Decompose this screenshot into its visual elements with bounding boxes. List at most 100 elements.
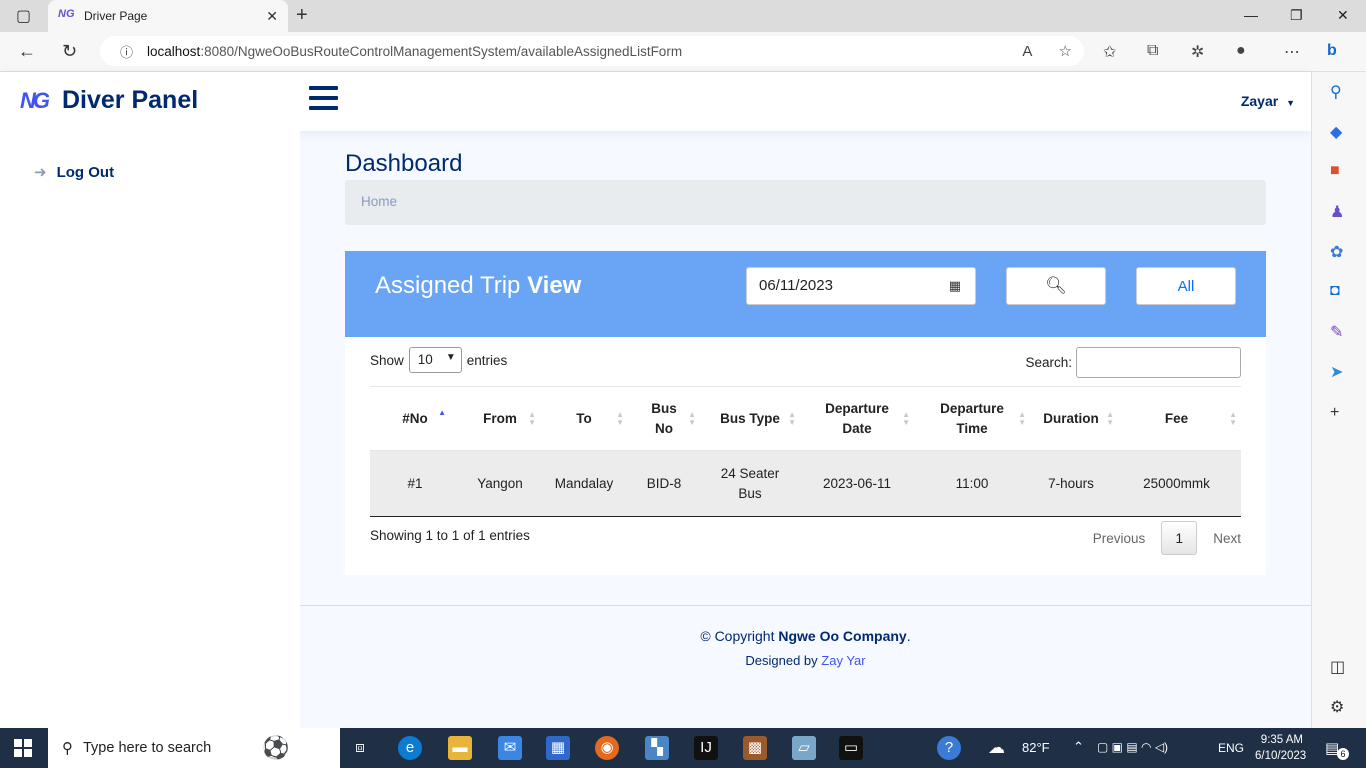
- mail-icon[interactable]: ✉: [498, 736, 522, 760]
- read-aloud-icon[interactable]: A: [1022, 43, 1032, 60]
- table-header-row: #No ▲ From ▲ ▼ To ▲ ▼ Bus No ▲ ▼ Bus Type ▲ ▼ Dep…: [370, 386, 1241, 451]
- show-label: Show: [370, 352, 404, 368]
- user-dropdown[interactable]: Zayar ▼: [1241, 93, 1295, 109]
- column-label: Departure Date: [825, 400, 889, 436]
- favorites-icon[interactable]: ✩: [1103, 42, 1116, 62]
- page-title: Dashboard: [345, 150, 463, 177]
- terminal-icon[interactable]: ▭: [839, 736, 863, 760]
- column-header-no[interactable]: #No ▲: [370, 386, 460, 451]
- notepad-icon[interactable]: ▱: [792, 736, 816, 760]
- designer-icon[interactable]: ✎: [1330, 322, 1343, 342]
- designer-link[interactable]: Zay Yar: [821, 653, 865, 668]
- chevron-down-icon: ▼: [445, 352, 456, 363]
- search-button[interactable]: 🔍︎: [1006, 267, 1106, 305]
- column-label: Bus Type: [720, 410, 780, 426]
- url-field[interactable]: ⓘ localhost:8080/NgweOoBusRouteControlMa…: [100, 36, 1084, 66]
- file-explorer-icon[interactable]: ▬: [448, 736, 472, 760]
- game-app-icon[interactable]: ▩: [743, 736, 767, 760]
- maximize-icon[interactable]: ❐: [1290, 7, 1303, 24]
- office-icon[interactable]: ✿: [1330, 242, 1343, 262]
- cell-from: Yangon: [460, 450, 540, 517]
- more-menu-icon[interactable]: ⋯: [1284, 42, 1300, 62]
- cell-fee: 25000mmk: [1112, 450, 1241, 517]
- menu-toggle-icon[interactable]: [309, 86, 339, 114]
- date-value: 06/11/2023: [759, 277, 833, 294]
- search-icon: 🔍︎: [1045, 276, 1067, 295]
- extensions-icon[interactable]: ✲: [1191, 42, 1204, 62]
- entries-length-control: Show 10 ▼ entries: [370, 347, 507, 373]
- site-info-icon[interactable]: ⓘ: [120, 42, 133, 61]
- temperature[interactable]: 82°F: [1022, 740, 1050, 755]
- card-title: Assigned Trip View: [375, 272, 581, 300]
- pagination-page-1[interactable]: 1: [1161, 521, 1198, 555]
- url-path: :8080/NgweOoBusRouteControlManagementSys…: [200, 43, 683, 59]
- column-header-duration[interactable]: Duration ▲ ▼: [1030, 386, 1114, 451]
- bing-icon[interactable]: b: [1327, 42, 1337, 60]
- column-header-fee[interactable]: Fee ▲ ▼: [1112, 386, 1241, 451]
- store-icon[interactable]: ▦: [546, 736, 570, 760]
- sort-icon: ▲ ▼: [1018, 410, 1026, 427]
- new-tab-icon[interactable]: +: [296, 4, 308, 27]
- help-icon[interactable]: ?: [937, 736, 961, 760]
- windows-taskbar: ⚲ Type here to search ⚽ ⧈ e ▬ ✉ ▦ ◉ ▚ IJ…: [0, 728, 1366, 768]
- column-header-from[interactable]: From ▲ ▼: [460, 386, 540, 451]
- back-icon[interactable]: ←: [18, 41, 36, 62]
- tab-actions-icon[interactable]: ▢: [16, 6, 31, 26]
- search-input[interactable]: [1076, 347, 1241, 378]
- pagination: Previous 1 Next: [1077, 521, 1241, 555]
- brand-logo[interactable]: NG Diver Panel: [20, 86, 198, 115]
- breadcrumb-home[interactable]: Home: [361, 194, 397, 209]
- column-header-departure-time[interactable]: Departure Time ▲ ▼: [914, 386, 1030, 451]
- taskbar-search[interactable]: ⚲ Type here to search ⚽: [48, 728, 340, 768]
- shopping-tag-icon[interactable]: ◆: [1330, 122, 1342, 142]
- browser-tab[interactable]: NG Driver Page ✕: [48, 0, 288, 32]
- games-icon[interactable]: ♟: [1330, 202, 1344, 222]
- table-search: Search:: [1025, 347, 1241, 378]
- task-view-icon[interactable]: ⧈: [348, 736, 372, 760]
- sidebar-toggle-icon[interactable]: ◫: [1330, 657, 1345, 677]
- entries-select[interactable]: 10 ▼: [408, 347, 462, 373]
- footer-copyright: © Copyright Ngwe Oo Company.: [300, 628, 1311, 644]
- tray-icons[interactable]: ▢ ▣ ▤ ◠ ◁): [1097, 740, 1168, 754]
- language-indicator[interactable]: ENG: [1218, 741, 1244, 755]
- taskbar-clock[interactable]: 9:35 AM 6/10/2023: [1255, 732, 1306, 764]
- pagination-previous[interactable]: Previous: [1093, 531, 1146, 546]
- column-header-bus-type[interactable]: Bus Type ▲ ▼: [700, 386, 800, 451]
- column-header-bus-no[interactable]: Bus No ▲ ▼: [628, 386, 700, 451]
- tools-icon[interactable]: ■: [1330, 162, 1340, 180]
- minimize-icon[interactable]: —: [1244, 7, 1258, 23]
- intellij-icon[interactable]: IJ: [694, 736, 718, 760]
- footer-divider: [300, 605, 1311, 606]
- profile-avatar-icon[interactable]: ●: [1236, 42, 1246, 60]
- send-icon[interactable]: ➤: [1330, 362, 1343, 382]
- window-close-icon[interactable]: ✕: [1337, 7, 1349, 24]
- entries-label: entries: [466, 352, 508, 368]
- favorite-star-icon[interactable]: ☆: [1059, 43, 1072, 60]
- sort-icon: ▲ ▼: [528, 410, 536, 427]
- firefox-icon[interactable]: ◉: [595, 736, 619, 760]
- windows-start-icon[interactable]: [14, 739, 32, 757]
- search-icon[interactable]: ⚲: [1330, 82, 1342, 102]
- edge-app-icon[interactable]: e: [398, 736, 422, 760]
- entries-select-value: 10: [417, 352, 433, 367]
- cell-bus-no: BID-8: [628, 450, 700, 517]
- search-label: Search:: [1025, 355, 1072, 370]
- outlook-icon[interactable]: ◘: [1330, 282, 1340, 300]
- sidebar-item-logout[interactable]: ➜ Log Out: [34, 163, 114, 182]
- column-header-departure-date[interactable]: Departure Date ▲ ▼: [800, 386, 914, 451]
- python-icon[interactable]: ▚: [645, 736, 669, 760]
- tab-close-icon[interactable]: ✕: [266, 8, 278, 25]
- card-header: Assigned Trip View 06/11/2023 ▦ 🔍︎ All: [345, 251, 1266, 337]
- sort-icon: ▲ ▼: [788, 410, 796, 427]
- refresh-icon[interactable]: ↻: [62, 41, 77, 62]
- weather-cloud-icon[interactable]: ☁: [988, 738, 1005, 758]
- add-icon[interactable]: +: [1330, 404, 1339, 422]
- calendar-icon[interactable]: ▦: [949, 278, 961, 294]
- date-filter-input[interactable]: 06/11/2023 ▦: [746, 267, 976, 305]
- pagination-next[interactable]: Next: [1213, 531, 1241, 546]
- settings-gear-icon[interactable]: ⚙: [1330, 697, 1344, 717]
- all-button[interactable]: All: [1136, 267, 1236, 305]
- column-header-to[interactable]: To ▲ ▼: [540, 386, 628, 451]
- collections-icon[interactable]: ⧉: [1147, 42, 1158, 60]
- tray-chevron-icon[interactable]: ⌃: [1073, 739, 1084, 755]
